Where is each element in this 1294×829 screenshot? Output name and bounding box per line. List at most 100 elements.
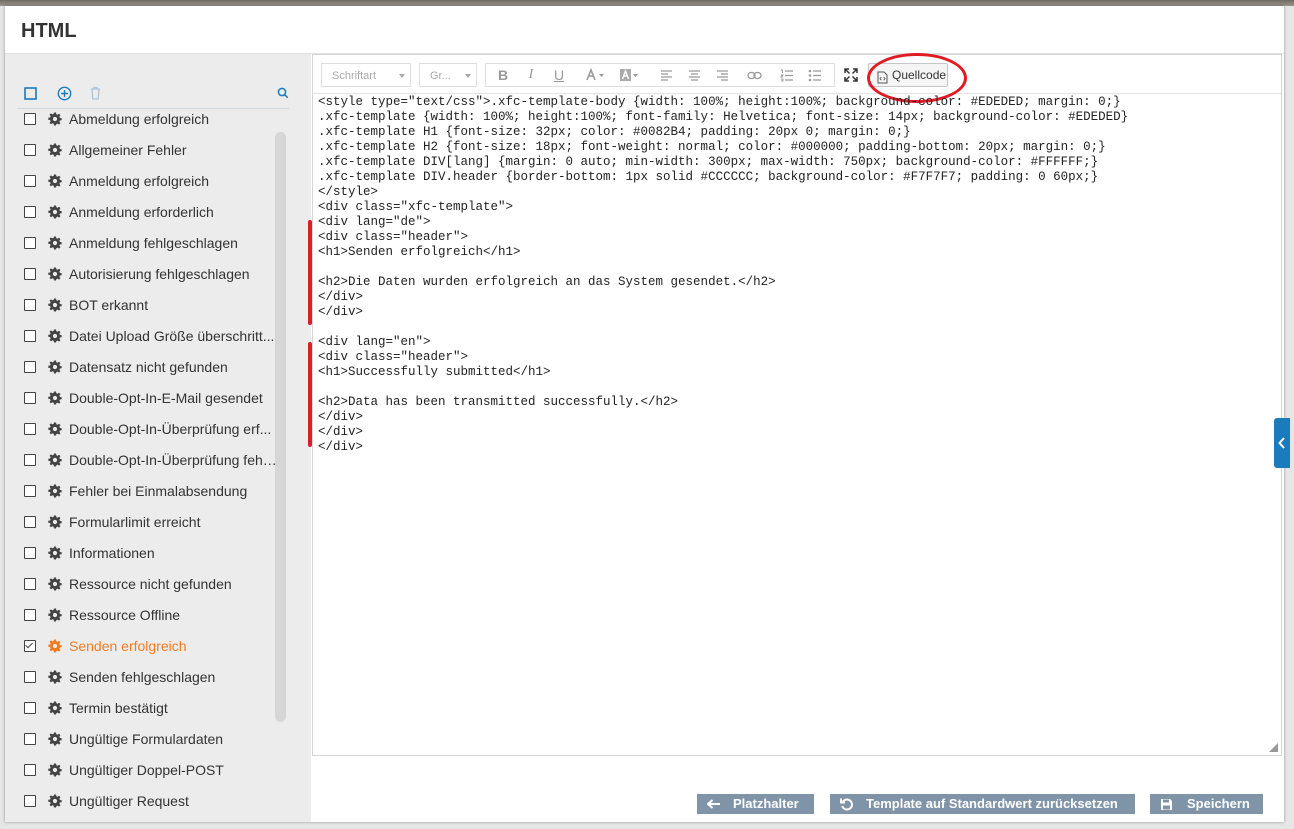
text-color-icon[interactable] [583,65,609,85]
template-list-item[interactable]: Informationen [5,537,281,568]
reset-template-button[interactable]: Template auf Standardwert zurücksetzen [830,794,1135,814]
template-list-item[interactable]: Double-Opt-In-Überprüfung erf... [5,413,281,444]
template-label: Ressource nicht gefunden [69,575,232,592]
align-right-icon[interactable] [712,65,732,85]
font-size-select[interactable]: Gr... [419,63,477,87]
template-list-item[interactable]: Datei Upload Größe überschritt... [5,320,281,351]
template-checkbox[interactable] [24,298,36,311]
template-list-item[interactable]: Anmeldung erfolgreich [5,165,281,196]
template-checkbox[interactable] [24,205,36,218]
template-list-item[interactable]: Datensatz nicht gefunden [5,351,281,382]
gear-icon [48,546,62,560]
dropdown-arrow-icon [399,74,405,78]
template-list-item[interactable]: Ressource nicht gefunden [5,568,281,599]
template-checkbox[interactable] [24,329,36,342]
template-list-item[interactable]: Termin bestätigt [5,692,281,723]
bold-icon[interactable]: B [493,65,513,85]
template-list-item[interactable]: Allgemeiner Fehler [5,134,281,165]
template-label: Double-Opt-In-Überprüfung fehl... [69,451,277,468]
gear-icon [48,329,62,343]
template-checkbox[interactable] [24,484,36,497]
template-checkbox[interactable] [24,174,36,187]
template-list-item[interactable]: Autorisierung fehlgeschlagen [5,258,281,289]
template-checkbox[interactable] [24,732,36,745]
resize-handle-icon[interactable] [1269,743,1278,752]
template-label: Ungültiger Doppel-POST [69,761,224,778]
save-button[interactable]: Speichern [1150,794,1263,814]
select-all-checkbox-icon[interactable] [21,84,39,102]
add-circle-icon[interactable] [55,84,73,102]
font-family-select[interactable]: Schriftart [321,63,411,87]
template-list-item[interactable]: Fehler bei Einmalabsendung [5,475,281,506]
gear-icon [48,732,62,746]
template-checkbox[interactable] [24,763,36,776]
trash-icon[interactable] [86,84,104,102]
underline-icon[interactable]: U [549,65,569,85]
list-scrollbar[interactable] [275,132,286,722]
template-list-item[interactable]: Ressource Offline [5,599,281,630]
template-checkbox[interactable] [24,422,36,435]
rich-text-editor: Schriftart Gr... B I U Quellcode <style … [308,53,1282,756]
template-list-item[interactable]: Anmeldung erforderlich [5,196,281,227]
font-family-select-value: Schriftart [332,70,377,82]
template-list-item[interactable]: BOT erkannt [5,289,281,320]
template-label: Termin bestätigt [69,699,168,716]
template-checkbox[interactable] [24,639,36,652]
gear-icon [48,484,62,498]
template-checkbox[interactable] [24,143,36,156]
align-center-icon[interactable] [684,65,704,85]
template-checkbox[interactable] [24,608,36,621]
template-list-item[interactable]: Anmeldung fehlgeschlagen [5,227,281,258]
template-list-item[interactable]: Senden fehlgeschlagen [5,661,281,692]
template-list-item[interactable]: Ungültige Formulardaten [5,723,281,754]
template-checkbox[interactable] [24,453,36,466]
gear-icon [48,391,62,405]
template-checkbox[interactable] [24,112,36,125]
source-code-textarea[interactable]: <style type="text/css">.xfc-template-bod… [318,95,1268,725]
ordered-list-icon[interactable] [777,65,797,85]
gear-icon [48,205,62,219]
gear-icon [48,298,62,312]
window-title: HTML [21,20,77,42]
placeholder-button[interactable]: Platzhalter [697,794,814,814]
template-list-item[interactable]: Double-Opt-In-Überprüfung fehl... [5,444,281,475]
gear-icon [48,701,62,715]
font-size-select-value: Gr... [430,70,451,82]
template-label: Fehler bei Einmalabsendung [69,482,248,499]
template-list-item[interactable]: Ungültiger Doppel-POST [5,754,281,785]
template-checkbox[interactable] [24,577,36,590]
bullet-list-icon[interactable] [805,65,825,85]
template-label: Allgemeiner Fehler [69,141,187,158]
dropdown-arrow-icon [465,74,471,78]
annotation-bar-en [308,342,312,447]
template-checkbox[interactable] [24,360,36,373]
template-label: BOT erkannt [69,296,149,313]
search-icon[interactable] [274,84,292,102]
collapse-panel-tab[interactable] [1274,418,1290,468]
template-checkbox[interactable] [24,236,36,249]
link-icon[interactable] [744,65,764,85]
fullscreen-icon[interactable] [841,65,861,85]
template-list-item[interactable]: Senden erfolgreich [5,630,281,661]
italic-icon[interactable]: I [521,65,541,85]
template-checkbox[interactable] [24,546,36,559]
gear-icon [48,112,62,126]
gear-icon [48,763,62,777]
template-list-item[interactable]: Formularlimit erreicht [5,506,281,537]
background-color-icon[interactable] [617,65,643,85]
chevron-left-icon [1278,437,1285,449]
template-checkbox[interactable] [24,391,36,404]
align-left-icon[interactable] [656,65,676,85]
template-label: Anmeldung fehlgeschlagen [69,234,238,251]
template-list-item[interactable]: Abmeldung erfolgreich [5,103,281,134]
template-list-item[interactable]: Ungültiger Request [5,785,281,816]
gear-icon [48,360,62,374]
template-checkbox[interactable] [24,267,36,280]
annotation-bar-de [308,220,312,325]
template-checkbox[interactable] [24,515,36,528]
reply-arrow-icon [706,797,721,817]
template-checkbox[interactable] [24,670,36,683]
template-checkbox[interactable] [24,701,36,714]
template-checkbox[interactable] [24,794,36,807]
template-list-item[interactable]: Double-Opt-In-E-Mail gesendet [5,382,281,413]
